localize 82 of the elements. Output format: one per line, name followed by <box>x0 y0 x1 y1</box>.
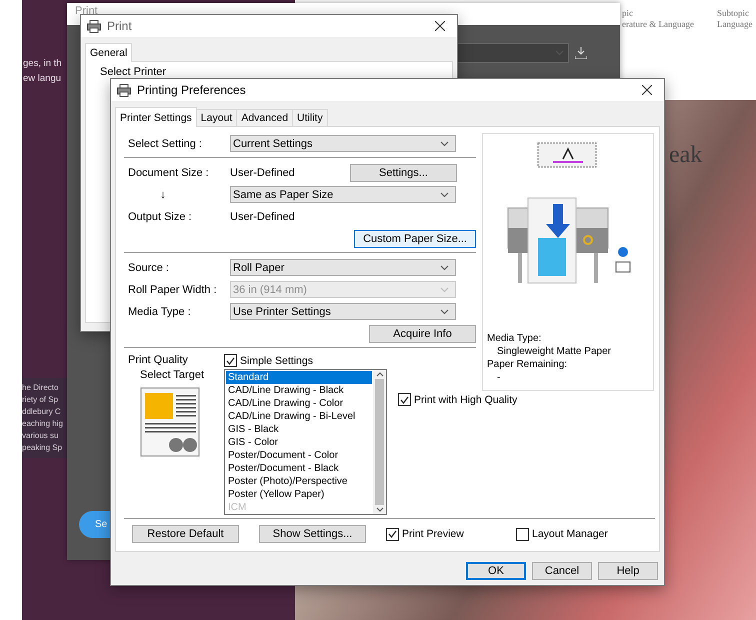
field-label: Source : <box>128 262 170 274</box>
document-thumbnail-icon <box>140 387 202 459</box>
group-label: Select Printer <box>100 66 166 78</box>
dropdown: 36 in (914 mm) <box>230 281 456 298</box>
preview-value: Singleweight Matte Paper <box>496 345 612 358</box>
tab[interactable]: Printer Settings <box>115 107 197 127</box>
list-item[interactable]: GIS - Black <box>226 423 372 436</box>
section-label: Print Quality <box>128 354 189 367</box>
window-title: Print <box>75 5 98 17</box>
checkbox[interactable]: Print Preview <box>386 528 496 540</box>
topic-kicker: Subtopic <box>717 8 750 19</box>
close-icon <box>435 21 445 31</box>
tab[interactable]: Utility <box>292 109 328 127</box>
settings-button[interactable]: Settings... <box>350 164 457 182</box>
bio-text: eaching hig <box>22 418 64 430</box>
scrollbar-thumb[interactable] <box>375 379 384 505</box>
list-item[interactable]: CAD/Line Drawing - Bi-Level <box>226 410 372 423</box>
bio-text: peaking Sp <box>22 442 64 454</box>
field-label: Document Size : <box>128 166 210 178</box>
chevron-down-icon <box>440 264 449 270</box>
footer-button[interactable]: Restore Default <box>132 525 239 543</box>
checkmark-icon <box>226 356 235 364</box>
list-item[interactable]: Poster/Document - Color <box>226 449 372 462</box>
list-item[interactable]: GIS - Color <box>226 436 372 449</box>
scroll-down-icon[interactable] <box>376 507 384 512</box>
window-title: Print <box>107 19 132 33</box>
dropdown[interactable] <box>455 43 569 63</box>
checkbox[interactable]: Layout Manager <box>516 528 646 540</box>
list-item[interactable]: CAD/Line Drawing - Black <box>226 384 372 397</box>
topic-name: erature & Language <box>622 19 694 30</box>
window-title: Printing Preferences <box>137 83 246 97</box>
dropdown[interactable]: Use Printer Settings <box>230 303 456 320</box>
bio-text: riety of Sp <box>22 394 60 406</box>
field-value: User-Defined <box>230 166 296 178</box>
intro-text: ges, in th <box>23 57 62 71</box>
preview-label: Media Type: <box>487 332 542 345</box>
field-value: User-Defined <box>230 210 296 222</box>
list-item[interactable]: Poster (Photo)/Perspective <box>226 475 372 488</box>
list-item[interactable]: CAD/Line Drawing - Color <box>226 397 372 410</box>
dialog-button[interactable]: Cancel <box>532 562 592 580</box>
footer-button[interactable]: Show Settings... <box>259 525 366 543</box>
down-arrow-label: ↓ <box>159 188 167 200</box>
dialog-button[interactable]: Help <box>598 562 658 580</box>
close-icon <box>642 85 652 95</box>
field-label: Select Setting : <box>128 138 203 150</box>
list-item[interactable]: Poster/Document - Black <box>226 462 372 475</box>
printer-icon <box>117 84 131 96</box>
checkmark-icon <box>388 530 397 538</box>
chevron-down-icon <box>440 286 449 292</box>
action-button[interactable]: Acquire Info <box>369 324 476 342</box>
dialog-button[interactable]: OK <box>466 562 526 580</box>
download-icon[interactable] <box>575 47 587 59</box>
action-button[interactable]: Custom Paper Size... <box>354 230 476 248</box>
field-label: Output Size : <box>128 210 193 222</box>
bio-text: ddlebury C <box>22 406 62 418</box>
tab[interactable]: General <box>85 43 132 62</box>
dropdown[interactable]: Roll Paper <box>230 259 456 276</box>
page-heading: eak <box>669 142 702 169</box>
chevron-down-icon <box>440 192 449 198</box>
field-label: Roll Paper Width : <box>128 284 218 296</box>
target-listbox[interactable] <box>224 369 387 515</box>
scroll-up-icon[interactable] <box>376 372 384 377</box>
topic-kicker: pic <box>622 8 634 19</box>
checkmark-icon <box>400 396 409 404</box>
bio-text: he Directo <box>22 382 60 394</box>
field-label: Media Type : <box>128 306 192 318</box>
field-label: Select Target <box>140 369 206 381</box>
list-item[interactable]: Poster (Yellow Paper) <box>226 488 372 501</box>
printer-icon <box>87 20 101 32</box>
preview-label: Paper Remaining: <box>487 358 568 371</box>
checkbox[interactable]: Print with High Quality <box>398 393 532 406</box>
preview-value: - <box>496 371 502 384</box>
bio-text: various su <box>22 430 60 442</box>
chevron-down-icon <box>440 140 449 146</box>
list-item[interactable]: Standard <box>226 371 372 384</box>
dropdown[interactable]: Current Settings <box>230 135 456 152</box>
dropdown[interactable]: Same as Paper Size <box>230 186 456 203</box>
checkbox[interactable]: Simple Settings <box>224 354 392 367</box>
chevron-down-icon <box>440 308 449 314</box>
intro-text: ew langu <box>23 72 62 86</box>
topic-name: Language <box>717 19 752 30</box>
paper-sheet-drawing <box>537 142 599 170</box>
